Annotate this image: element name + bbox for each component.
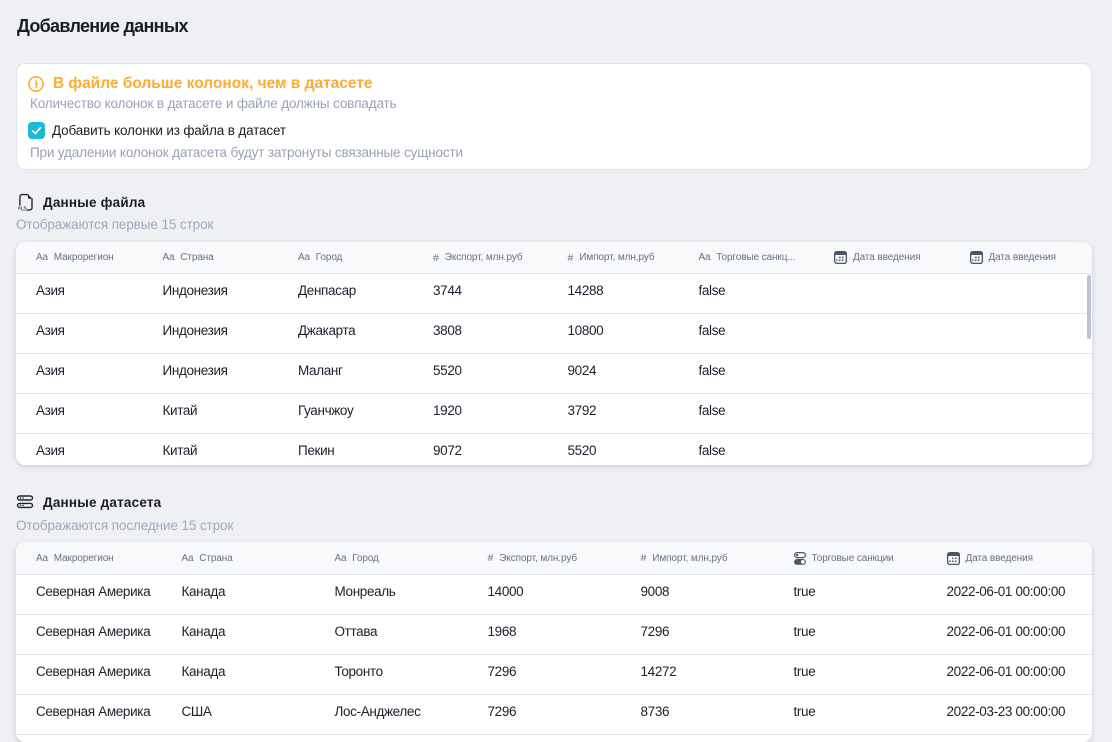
svg-text:XLS: XLS (18, 206, 28, 211)
